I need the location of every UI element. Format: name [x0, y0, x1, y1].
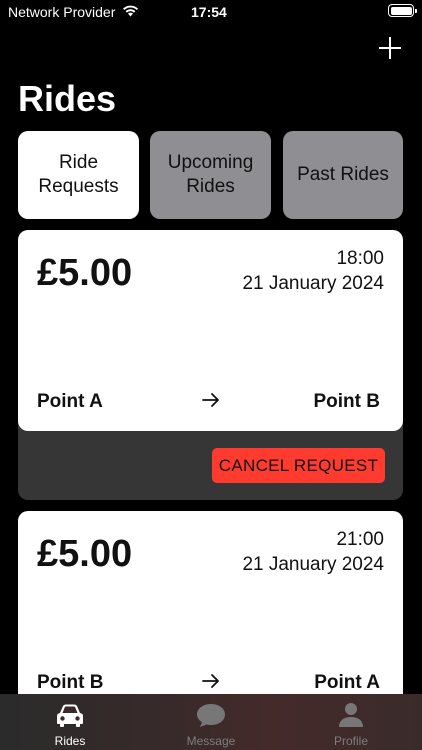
- message-bubble-icon: [197, 704, 225, 727]
- ride-card[interactable]: £5.00 21:00 21 January 2024 Point B Poin…: [18, 511, 403, 712]
- cancel-request-button[interactable]: CANCEL REQUEST: [212, 448, 385, 483]
- ride-time: 21:00: [336, 529, 384, 550]
- ride-price: £5.00: [37, 533, 133, 575]
- ride-date: 21 January 2024: [242, 554, 384, 575]
- tab-upcoming-rides[interactable]: Upcoming Rides: [150, 131, 271, 219]
- car-icon: [57, 704, 83, 727]
- bottom-tab-bar: Rides Message Profile: [0, 694, 422, 750]
- plus-icon[interactable]: [376, 34, 404, 62]
- tab-bar-label: Message: [186, 734, 236, 748]
- ride-destination: Point B: [313, 391, 381, 412]
- ride-card[interactable]: £5.00 18:00 21 January 2024 Point A Poin…: [18, 230, 403, 431]
- ride-date: 21 January 2024: [242, 273, 384, 294]
- wifi-icon: [123, 5, 138, 17]
- arrow-right-icon: [202, 393, 219, 407]
- tab-bar-label: Rides: [54, 734, 86, 748]
- tab-ride-requests[interactable]: Ride Requests: [18, 131, 139, 219]
- status-time: 17:54: [191, 4, 227, 20]
- page-title: Rides: [18, 78, 117, 119]
- ride-destination: Point A: [314, 672, 380, 693]
- ride-request-item: CANCEL REQUEST £5.00 18:00 21 January 20…: [18, 230, 403, 501]
- tab-bar-item-rides[interactable]: Rides: [0, 694, 140, 750]
- ride-origin: Point A: [37, 391, 103, 412]
- arrow-right-icon: [202, 674, 219, 688]
- tab-bar-item-message[interactable]: Message: [141, 694, 281, 750]
- tab-bar-label: Profile: [333, 734, 368, 748]
- carrier-name: Network Provider: [8, 4, 116, 20]
- ride-price: £5.00: [37, 252, 133, 294]
- tab-bar-item-profile[interactable]: Profile: [281, 694, 421, 750]
- battery-icon: [388, 4, 417, 17]
- ride-request-item: £5.00 21:00 21 January 2024 Point B Poin…: [18, 511, 403, 712]
- tab-past-rides[interactable]: Past Rides: [283, 131, 403, 219]
- status-bar: Network Provider 17:54: [0, 0, 422, 26]
- ride-origin: Point B: [37, 672, 104, 693]
- ride-time: 18:00: [336, 248, 384, 269]
- person-icon: [339, 703, 363, 727]
